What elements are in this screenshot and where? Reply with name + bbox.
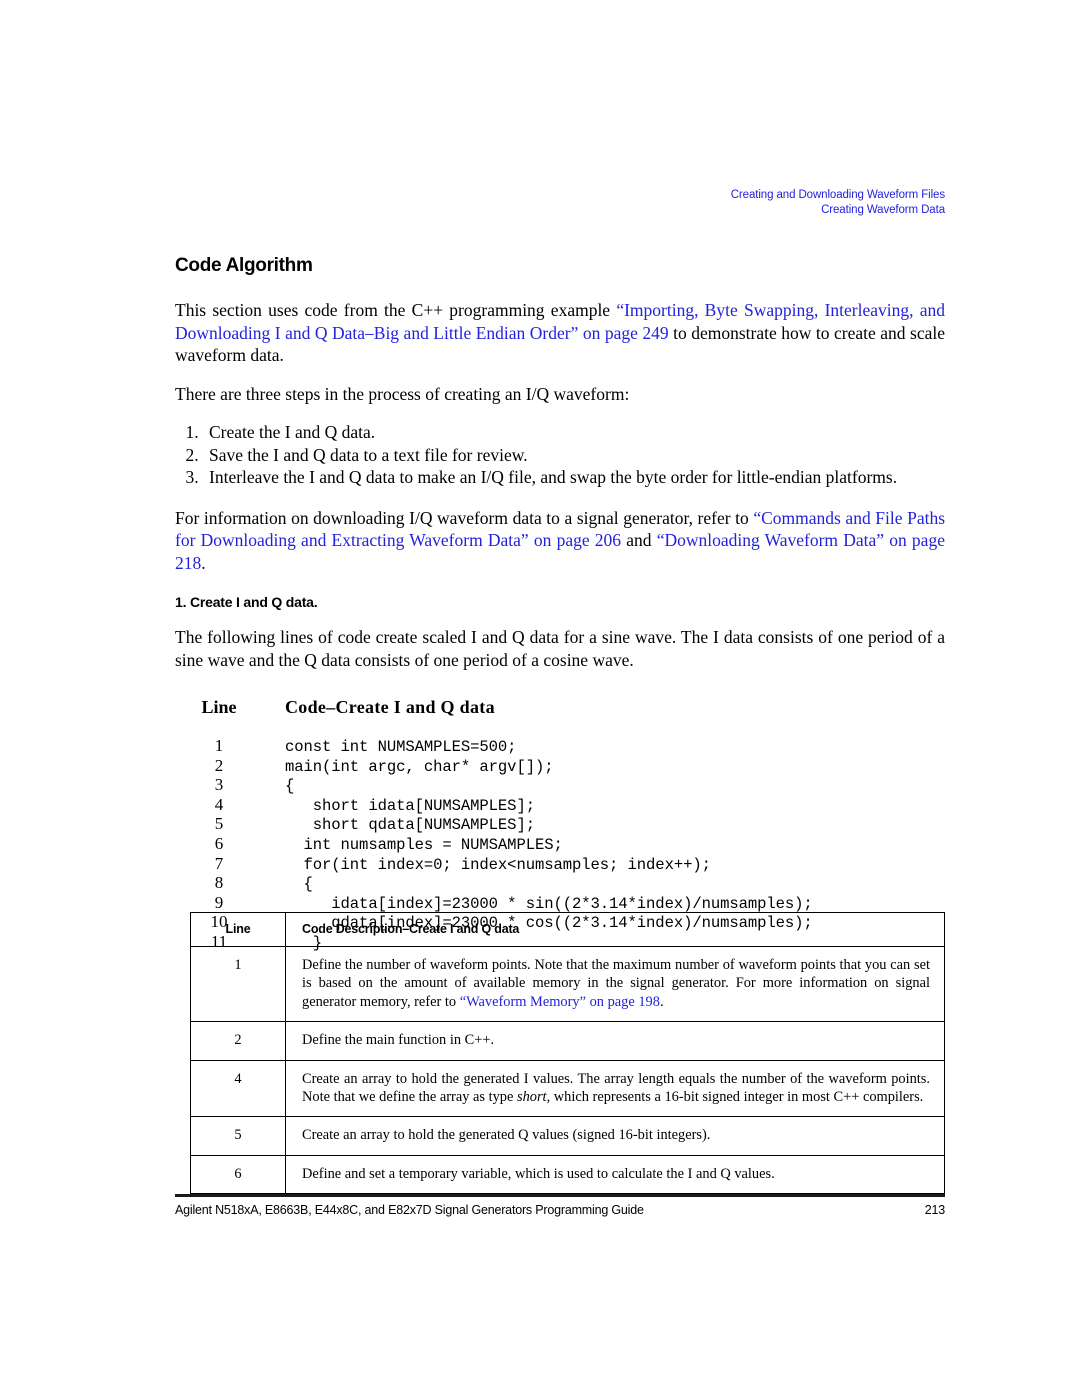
code-line: 8 { [175,873,945,893]
table-row: 2 Define the main function in C++. [190,1021,945,1061]
code-header-line-label: Line [201,697,237,717]
footer-page-number: 213 [924,1203,945,1217]
code-line: 3 { [175,775,945,795]
desc-italic-term: short [516,1089,547,1106]
code-header-code-label: Code–Create I and Q data [285,697,495,717]
subsection-title: 1. Create I and Q data. [175,594,318,610]
steps-list: Create the I and Q data. Save the I and … [175,421,945,489]
page-title: Code Algorithm [175,255,313,276]
intro-text-1: This section uses code from the C++ prog… [175,300,617,320]
cell-line-number: 5 [190,1116,286,1156]
table-row: 4 Create an array to hold the generated … [190,1059,945,1118]
column-header-description: Code Description–Create I and Q data [285,912,945,947]
code-line-number: 5 [214,814,224,834]
desc-text-before: Create an array to hold the generated Q … [302,1127,711,1144]
code-line-source: { [285,875,313,894]
running-header: Creating and Downloading Waveform Files … [175,188,945,218]
download-text-1: For information on downloading I/Q wavef… [175,507,754,528]
running-header-line1: Creating and Downloading Waveform Files [730,189,945,201]
document-page: Creating and Downloading Waveform Files … [0,0,1080,1397]
table-header-row: Line Code Description–Create I and Q dat… [190,912,945,947]
download-text-2: and [621,530,657,550]
list-item: Create the I and Q data. [203,421,945,444]
desc-text-after: . [659,993,664,1010]
list-item: Save the I and Q data to a text file for… [203,444,945,467]
page-content: Code Algorithm This section uses code fr… [175,255,945,952]
cell-line-number: 6 [190,1154,286,1195]
code-line-number: 6 [214,833,224,853]
code-line-source: short idata[NUMSAMPLES]; [285,796,535,815]
code-description-table: Line Code Description–Create I and Q dat… [190,912,945,1195]
cell-description: Define and set a temporary variable, whi… [285,1154,945,1195]
desc-text-before: Define and set a temporary variable, whi… [302,1165,775,1182]
download-text-3: . [201,552,206,573]
code-line: 1 const int NUMSAMPLES=500; [175,736,945,756]
code-line-number: 3 [214,775,224,795]
footer-divider [175,1194,945,1197]
code-line-number: 7 [214,853,224,873]
cell-description: Define the main function in C++. [285,1021,945,1061]
footer-title: Agilent N518xA, E8663B, E44x8C, and E82x… [175,1203,644,1217]
table-row: 1 Define the number of waveform points. … [190,945,945,1023]
intro-paragraph: This section uses code from the C++ prog… [175,299,945,367]
code-line-source: idata[index]=23000 * sin((2*3.14*index)/… [285,894,813,913]
list-item: Interleave the I and Q data to make an I… [203,466,945,489]
column-header-line: Line [190,912,286,947]
cell-line-number: 4 [190,1059,286,1118]
page-footer: Agilent N518xA, E8663B, E44x8C, and E82x… [175,1203,945,1217]
code-line: 9 idata[index]=23000 * sin((2*3.14*index… [175,893,945,913]
cell-description: Create an array to hold the generated Q … [285,1116,945,1156]
cell-line-number: 2 [190,1021,286,1061]
running-header-line2: Creating Waveform Data [821,204,945,216]
code-line-source: { [285,777,295,796]
code-line-source: short qdata[NUMSAMPLES]; [285,816,535,835]
code-line-number: 1 [214,736,224,755]
desc-text-before: Define the main function in C++. [302,1032,495,1049]
code-line-source: for(int index=0; index<numsamples; index… [285,855,711,874]
code-line-source: const int NUMSAMPLES=500; [285,738,517,756]
cell-line-number: 1 [190,945,286,1023]
steps-lead-paragraph: There are three steps in the process of … [175,383,630,404]
code-line-source: int numsamples = NUMSAMPLES; [285,835,563,854]
code-listing-header: Line Code–Create I and Q data [175,697,945,718]
code-line-number: 4 [214,794,224,814]
code-line: 4 short idata[NUMSAMPLES]; [175,795,945,815]
code-line-number: 2 [214,755,224,775]
table-row: 6 Define and set a temporary variable, w… [190,1154,945,1195]
desc-text-after: , which represents a 16-bit signed integ… [546,1089,924,1106]
code-line-number: 9 [214,892,224,912]
cell-description: Create an array to hold the generated I … [285,1059,945,1118]
code-line-number: 8 [214,873,224,893]
download-info-paragraph: For information on downloading I/Q wavef… [175,507,945,575]
table-row: 5 Create an array to hold the generated … [190,1116,945,1156]
xref-waveform-memory[interactable]: “Waveform Memory” on page 198 [460,994,660,1010]
code-line: 7 for(int index=0; index<numsamples; ind… [175,854,945,874]
code-line: 2 main(int argc, char* argv[]); [175,756,945,776]
cell-description: Define the number of waveform points. No… [285,945,945,1023]
subsection-paragraph: The following lines of code create scale… [175,627,945,670]
code-line: 6 int numsamples = NUMSAMPLES; [175,834,945,854]
code-line-source: main(int argc, char* argv[]); [285,757,554,776]
code-line: 5 short qdata[NUMSAMPLES]; [175,814,945,834]
